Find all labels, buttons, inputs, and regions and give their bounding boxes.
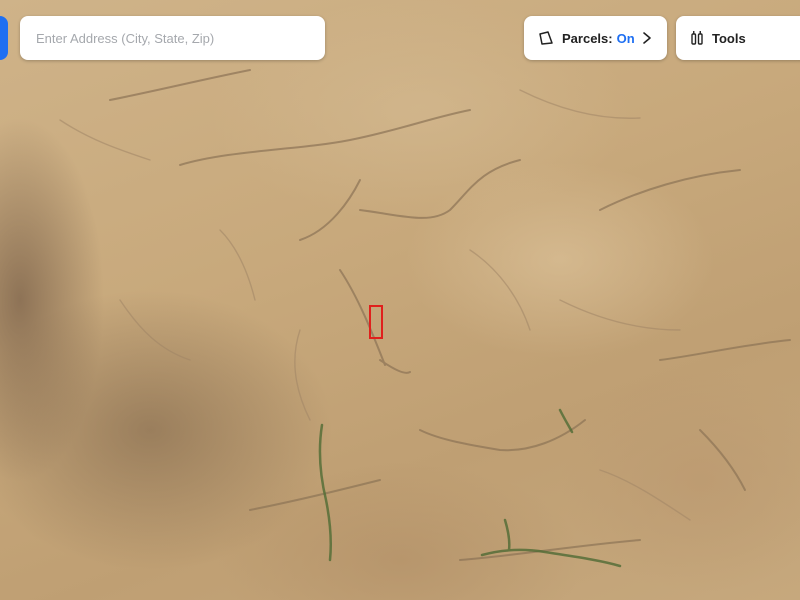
tools-menu-button[interactable]: Tools xyxy=(676,16,800,60)
parcels-toggle-button[interactable]: Parcels: On xyxy=(524,16,667,60)
parcel-shape-icon xyxy=(538,30,554,46)
address-search-input[interactable] xyxy=(20,16,325,60)
terrain-layer xyxy=(59,69,791,568)
parcels-state: On xyxy=(616,30,635,46)
tools-label: Tools xyxy=(712,30,746,46)
address-search-bar[interactable] xyxy=(20,16,325,60)
tools-icon xyxy=(690,30,704,46)
satellite-map[interactable] xyxy=(0,0,800,600)
chevron-right-icon xyxy=(641,31,653,45)
parcels-label: Parcels: xyxy=(562,30,613,46)
side-panel-tab[interactable] xyxy=(0,16,8,60)
